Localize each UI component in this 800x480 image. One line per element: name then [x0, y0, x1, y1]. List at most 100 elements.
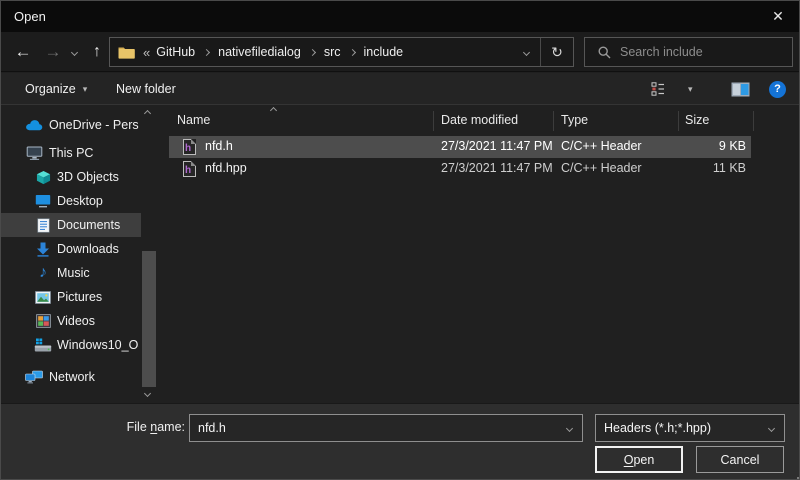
sidebar-item-label: Documents: [57, 218, 120, 232]
chevron-down-icon: [767, 424, 774, 431]
breadcrumb-item-src[interactable]: src: [322, 45, 343, 59]
scroll-up-icon[interactable]: [144, 110, 151, 117]
file-name: nfd.h: [205, 139, 233, 153]
recent-locations-button[interactable]: [65, 40, 83, 64]
preview-pane-icon: [731, 82, 750, 97]
organize-button[interactable]: Organize ▾: [25, 73, 87, 105]
column-header-name[interactable]: Name: [177, 105, 210, 135]
sidebar-item-network[interactable]: Network: [1, 365, 141, 389]
file-name-combobox[interactable]: [189, 414, 583, 442]
header-file-icon: h: [183, 161, 196, 177]
os-drive-icon: [34, 336, 52, 354]
column-divider[interactable]: [433, 111, 434, 131]
breadcrumb-overflow-icon[interactable]: «: [143, 45, 150, 60]
dropdown-triangle-icon: ▾: [688, 84, 693, 95]
column-divider[interactable]: [678, 111, 679, 131]
cancel-button[interactable]: Cancel: [696, 446, 784, 473]
chevron-right-icon: [348, 48, 355, 55]
sidebar-item-this-pc[interactable]: This PC: [1, 141, 141, 165]
sidebar-item-label: Windows10_OS (: [57, 338, 139, 352]
search-input[interactable]: [620, 45, 792, 59]
sidebar-item-music[interactable]: ♪ Music: [1, 261, 141, 285]
forward-button[interactable]: →: [39, 40, 67, 64]
sidebar-item-pictures[interactable]: Pictures: [1, 285, 141, 309]
this-pc-icon: [25, 144, 43, 162]
back-icon: ←: [15, 42, 32, 62]
title-bar: Open ✕: [1, 1, 799, 32]
up-icon: ↑: [93, 43, 101, 61]
navigation-pane: OneDrive - Persor This PC 3D Objects Des…: [1, 105, 161, 405]
header-file-icon: h: [183, 139, 196, 155]
address-dropdown-button[interactable]: [512, 38, 540, 66]
cancel-button-label: Cancel: [721, 453, 760, 467]
file-name-dropdown-button[interactable]: [556, 415, 582, 441]
search-box[interactable]: [584, 37, 793, 67]
resize-grip[interactable]: [793, 473, 795, 475]
details-view-icon: [651, 82, 669, 96]
help-button[interactable]: ?: [769, 73, 786, 105]
sidebar-item-onedrive[interactable]: OneDrive - Persor: [1, 113, 141, 137]
sidebar-item-videos[interactable]: Videos: [1, 309, 141, 333]
back-button[interactable]: ←: [9, 40, 37, 64]
chevron-down-icon: [565, 424, 572, 431]
pictures-icon: [34, 288, 52, 306]
file-name-label: File name:: [97, 420, 185, 434]
sidebar-scrollbar[interactable]: [141, 105, 157, 405]
sidebar-item-label: Downloads: [57, 242, 119, 256]
file-type: C/C++ Header: [561, 161, 642, 175]
refresh-button[interactable]: ↻: [541, 38, 573, 66]
file-type-combobox[interactable]: Headers (*.h;*.hpp): [595, 414, 785, 442]
sidebar-item-downloads[interactable]: Downloads: [1, 237, 141, 261]
sort-ascending-icon: [270, 107, 277, 114]
breadcrumb-item-include[interactable]: include: [362, 45, 406, 59]
file-name-input[interactable]: [190, 421, 582, 435]
file-date-modified: 27/3/2021 11:47 PM: [441, 161, 553, 175]
sidebar-item-label: 3D Objects: [57, 170, 119, 184]
file-type: C/C++ Header: [561, 139, 642, 153]
close-button[interactable]: ✕: [762, 4, 794, 29]
column-divider[interactable]: [553, 111, 554, 131]
sidebar-item-label: Desktop: [57, 194, 103, 208]
sidebar-item-label: Music: [57, 266, 90, 280]
file-size: 11 KB: [678, 161, 746, 175]
sidebar-item-desktop[interactable]: Desktop: [1, 189, 141, 213]
scroll-down-icon[interactable]: [144, 390, 151, 397]
column-header-date-modified[interactable]: Date modified: [441, 105, 518, 135]
column-header-type[interactable]: Type: [561, 105, 588, 135]
breadcrumb-item-github[interactable]: GitHub: [154, 45, 197, 59]
open-button[interactable]: Open: [595, 446, 683, 473]
up-button[interactable]: ↑: [83, 40, 111, 64]
column-divider[interactable]: [753, 111, 754, 131]
change-view-button[interactable]: [651, 73, 669, 105]
sidebar-item-label: OneDrive - Persor: [49, 118, 139, 132]
file-row-nfd-hpp[interactable]: h nfd.hpp 27/3/2021 11:47 PM C/C++ Heade…: [161, 158, 799, 180]
scrollbar-thumb[interactable]: [142, 251, 156, 387]
sidebar-item-label: This PC: [49, 146, 93, 160]
open-file-dialog: Open ✕ ← → ↑ « GitHub nativefiledialog: [0, 0, 800, 480]
column-header-size[interactable]: Size: [685, 105, 709, 135]
breadcrumb-item-nativefiledialog[interactable]: nativefiledialog: [216, 45, 303, 59]
organize-label: Organize: [25, 82, 76, 96]
change-view-dropdown[interactable]: ▾: [681, 73, 693, 105]
chevron-down-icon: [522, 48, 529, 55]
file-row-nfd-h[interactable]: h nfd.h 27/3/2021 11:47 PM C/C++ Header …: [161, 136, 799, 158]
videos-icon: [34, 312, 52, 330]
file-type-dropdown-button[interactable]: [758, 415, 784, 441]
sidebar-item-3d-objects[interactable]: 3D Objects: [1, 165, 141, 189]
sidebar-item-documents[interactable]: Documents: [1, 213, 141, 237]
sidebar-item-windows10-os[interactable]: Windows10_OS (: [1, 333, 141, 357]
open-button-label: Open: [624, 453, 655, 467]
new-folder-button[interactable]: New folder: [116, 73, 176, 105]
command-bar: Organize ▾ New folder ▾: [1, 73, 799, 105]
chevron-right-icon: [309, 48, 316, 55]
network-icon: [25, 368, 43, 386]
address-bar[interactable]: « GitHub nativefiledialog src include ↻: [109, 37, 574, 67]
file-name: nfd.hpp: [205, 161, 247, 175]
sidebar-item-label: Network: [49, 370, 95, 384]
sidebar-item-label: Pictures: [57, 290, 102, 304]
address-bar-controls: ↻: [512, 38, 573, 66]
download-arrow-icon: [34, 240, 52, 258]
cube-3d-icon: [34, 168, 52, 186]
file-list: Name Date modified Type Size h nfd.h 27/…: [161, 105, 799, 405]
preview-pane-button[interactable]: [731, 73, 750, 105]
